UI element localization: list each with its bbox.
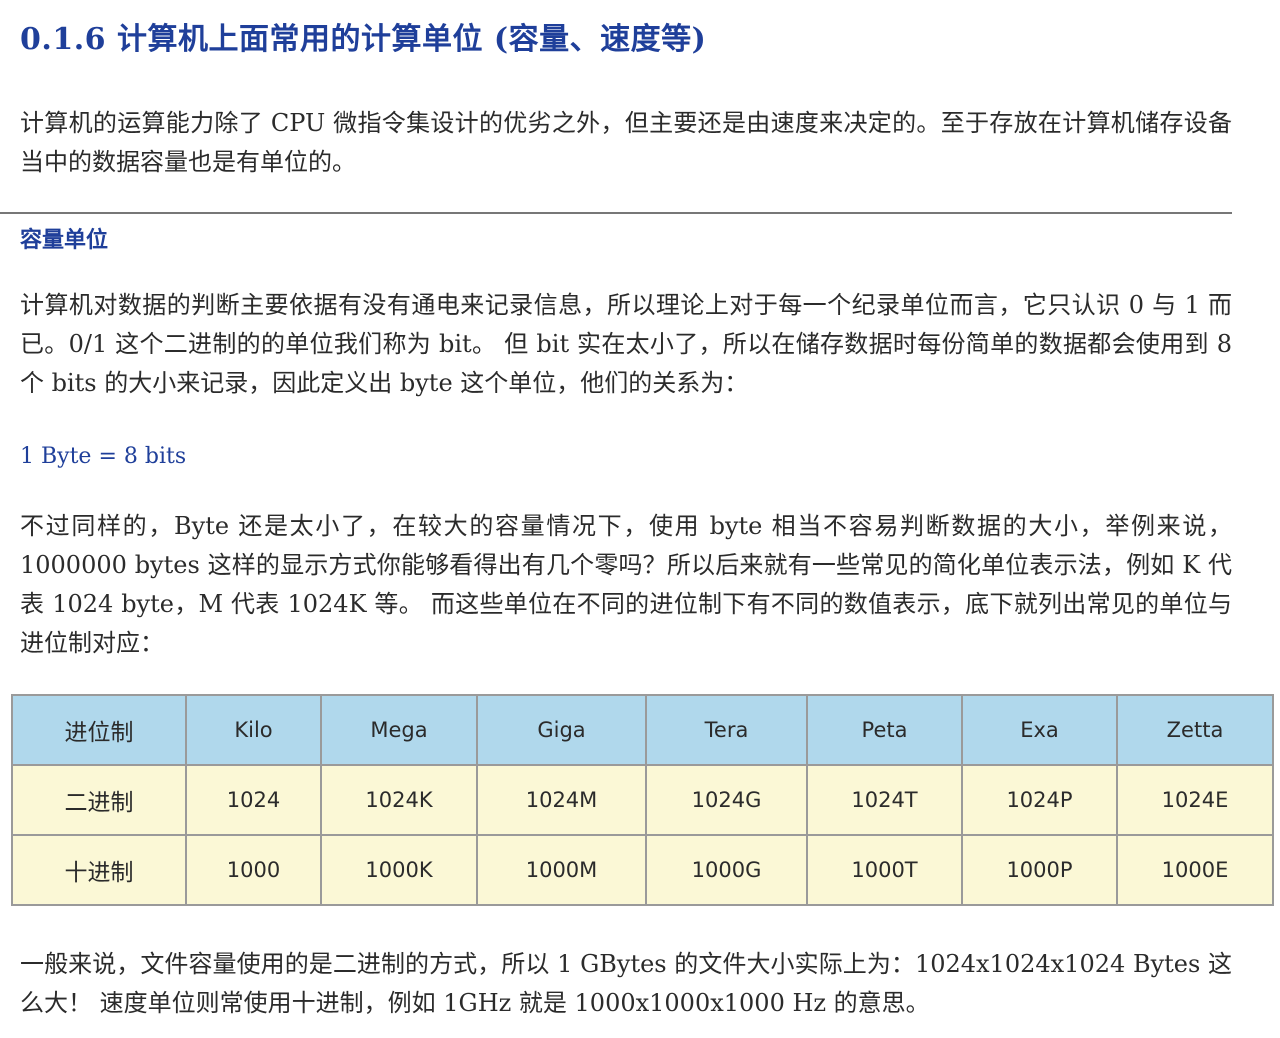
header-cell-base: 进位制 [11,694,187,766]
header-cell-exa: Exa [961,694,1118,766]
header-cell-zetta: Zetta [1116,694,1274,766]
table-cell: 1024P [961,764,1118,836]
intro-paragraph: 计算机的运算能力除了 CPU 微指令集设计的优劣之外，但主要还是由速度来决定的。… [20,109,1232,176]
section-divider [0,212,1232,214]
bit-paragraph: 计算机对数据的判断主要依据有没有通电来记录信息，所以理论上对于每一个纪录单位而言… [20,291,1232,397]
table-cell: 1000E [1116,834,1274,906]
table-cell: 1000K [320,834,478,906]
table-cell: 1000G [645,834,808,906]
table-cell: 1024T [806,764,963,836]
table-cell: 1024G [645,764,808,836]
table-row-decimal: 十进制 1000 1000K 1000M 1000G 1000T 1000P 1… [11,834,1274,906]
header-cell-tera: Tera [645,694,808,766]
header-cell-peta: Peta [806,694,963,766]
table-cell: 1024E [1116,764,1274,836]
table-cell: 1024M [476,764,647,836]
table-cell: 1024K [320,764,478,836]
capacity-subheading: 容量单位 [20,227,109,253]
table-cell: 二进制 [11,764,187,836]
table-row-binary: 二进制 1024 1024K 1024M 1024G 1024T 1024P 1… [11,764,1274,836]
table-cell: 1000T [806,834,963,906]
byte-formula: 1 Byte = 8 bits [20,444,187,469]
header-cell-giga: Giga [476,694,647,766]
table-cell: 1024 [185,764,322,836]
table-cell: 十进制 [11,834,187,906]
table-cell: 1000M [476,834,647,906]
table-cell: 1000 [185,834,322,906]
byte-paragraph: 不过同样的，Byte 还是太小了，在较大的容量情况下，使用 byte 相当不容易… [20,512,1232,657]
document-page: 0.1.6 计算机上面常用的计算单位 (容量、速度等) 计算机的运算能力除了 C… [0,0,1280,1038]
table-header-row: 进位制 Kilo Mega Giga Tera Peta Exa Zetta [11,694,1274,766]
header-cell-mega: Mega [320,694,478,766]
closing-paragraph: 一般来说，文件容量使用的是二进制的方式，所以 1 GBytes 的文件大小实际上… [20,950,1232,1017]
table-cell: 1000P [961,834,1118,906]
unit-table: 进位制 Kilo Mega Giga Tera Peta Exa Zetta 二… [11,694,1274,906]
header-cell-kilo: Kilo [185,694,322,766]
section-heading: 0.1.6 计算机上面常用的计算单位 (容量、速度等) [20,22,707,57]
